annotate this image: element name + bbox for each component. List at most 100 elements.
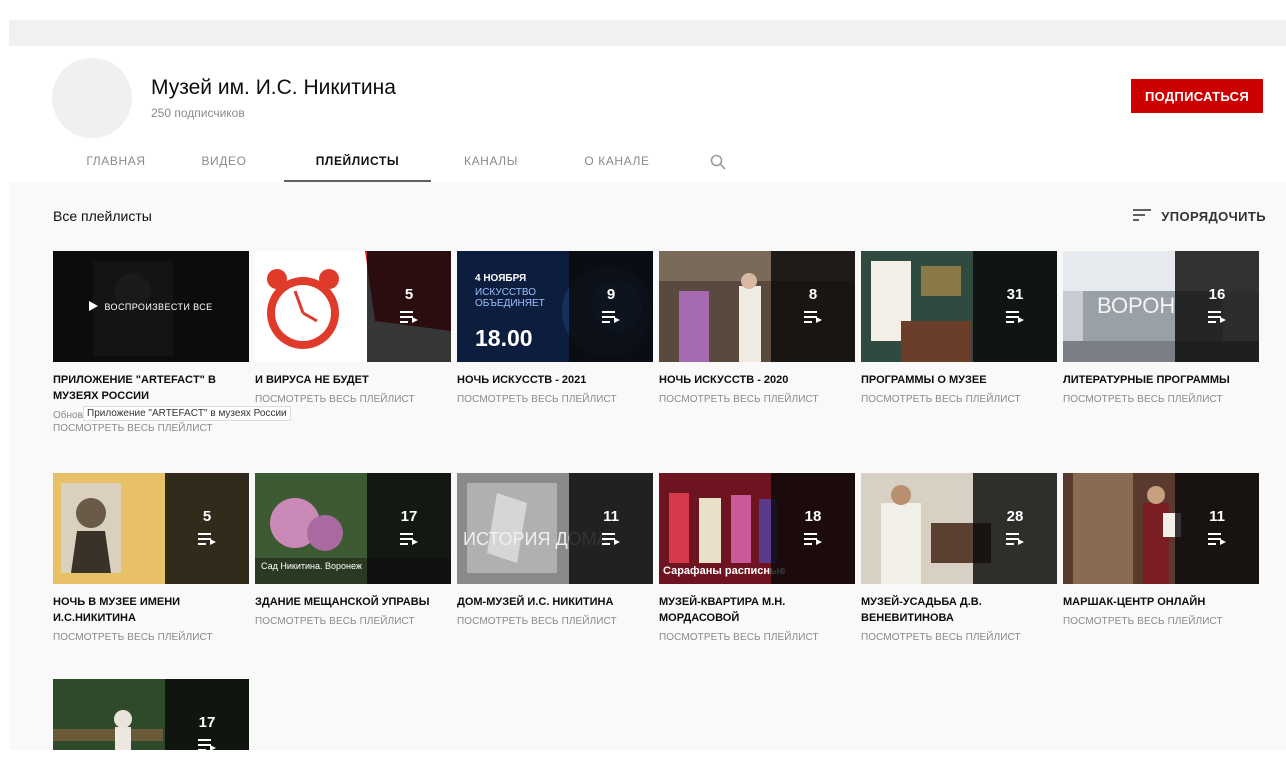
video-count: 11 xyxy=(1209,507,1225,525)
thumbnail-caption: Сарафаны расписные xyxy=(663,565,786,577)
playlist-title[interactable]: Ночь искусств - 2020 xyxy=(659,372,855,388)
play-all-button[interactable]: ВОСПРОИЗВЕСТИ ВСЕ xyxy=(53,251,249,362)
playlist-card[interactable]: Сад Никитина. Воронеж 17 Здание мещанско… xyxy=(255,473,451,627)
channel-name: Музей им. И.С. Никитина xyxy=(151,76,396,99)
playlist-icon xyxy=(1208,310,1226,328)
view-playlist-link[interactable]: ПОСМОТРЕТЬ ВЕСЬ ПЛЕЙЛИСТ xyxy=(1063,616,1259,627)
play-icon xyxy=(89,300,99,313)
playlist-card[interactable]: 11 Маршак-центр онлайн ПОСМОТРЕТЬ ВЕСЬ П… xyxy=(1063,473,1259,627)
playlist-thumbnail[interactable]: ИСТОРИЯ ДОМА 11 xyxy=(457,473,653,584)
playlist-icon xyxy=(1208,532,1226,550)
video-count: 5 xyxy=(404,285,414,303)
title-tooltip: Приложение "ARTEFACT" в музеях России xyxy=(83,406,291,421)
playlist-title[interactable]: Ночь в музее имени И.С.Никитина xyxy=(53,594,249,626)
thumbnail-caption: ВОРОН xyxy=(1097,293,1176,318)
playlist-title[interactable]: И вируса не будет xyxy=(255,372,451,388)
tab-about[interactable]: О КАНАЛЕ xyxy=(567,142,667,182)
playlist-thumbnail[interactable]: 4 НОЯБРЯ ИСКУССТВО ОБЪЕДИНЯЕТ 18.00 9 xyxy=(457,251,653,362)
playlist-card[interactable]: 28 Музей-усадьба Д.В. Веневитинова ПОСМО… xyxy=(861,473,1057,643)
playlist-title[interactable]: Ночь искусств - 2021 xyxy=(457,372,653,388)
playlist-title[interactable]: Здание мещанской управы xyxy=(255,594,451,610)
playlist-title[interactable]: Литературные программы xyxy=(1063,372,1259,388)
subscribe-button[interactable]: ПОДПИСАТЬСЯ xyxy=(1131,79,1263,113)
playlist-thumbnail[interactable]: 28 xyxy=(861,473,1057,584)
playlist-title[interactable]: Музей-квартира М.Н. Мордасовой xyxy=(659,594,855,626)
playlist-title[interactable]: Музей-усадьба Д.В. Веневитинова xyxy=(861,594,1057,626)
view-playlist-link[interactable]: ПОСМОТРЕТЬ ВЕСЬ ПЛЕЙЛИСТ xyxy=(1063,394,1259,405)
playlist-title[interactable]: Дом-музей И.С. Никитина xyxy=(457,594,653,610)
view-playlist-link[interactable]: ПОСМОТРЕТЬ ВЕСЬ ПЛЕЙЛИСТ xyxy=(255,394,451,405)
view-playlist-link[interactable]: ПОСМОТРЕТЬ ВЕСЬ ПЛЕЙЛИСТ xyxy=(255,616,451,627)
playlist-icon xyxy=(198,738,216,750)
view-playlist-link[interactable]: ПОСМОТРЕТЬ ВЕСЬ ПЛЕЙЛИСТ xyxy=(457,616,653,627)
view-playlist-link[interactable]: ПОСМОТРЕТЬ ВЕСЬ ПЛЕЙЛИСТ xyxy=(53,632,249,643)
playlist-thumbnail[interactable]: 5 xyxy=(255,251,451,362)
top-bar xyxy=(9,20,1286,46)
playlist-icon xyxy=(1006,532,1024,550)
sort-icon xyxy=(1133,208,1153,225)
view-playlist-link[interactable]: ПОСМОТРЕТЬ ВЕСЬ ПЛЕЙЛИСТ xyxy=(861,632,1057,643)
playlist-thumbnail[interactable]: Сад Никитина. Воронеж 17 xyxy=(255,473,451,584)
playlist-card[interactable]: 4 НОЯБРЯ ИСКУССТВО ОБЪЕДИНЯЕТ 18.00 9 Но… xyxy=(457,251,653,405)
video-count: 11 xyxy=(603,507,619,525)
thumbnail-date: 4 НОЯБРЯ xyxy=(475,273,527,284)
playlist-thumbnail[interactable]: 8 xyxy=(659,251,855,362)
playlist-count-overlay: 28 xyxy=(973,473,1057,584)
sort-button[interactable]: УПОРЯДОЧИТЬ xyxy=(1133,204,1266,228)
playlist-card[interactable]: 5 Ночь в музее имени И.С.Никитина ПОСМОТ… xyxy=(53,473,249,643)
play-all-label: ВОСПРОИЗВЕСТИ ВСЕ xyxy=(104,301,213,312)
tab-playlists[interactable]: ПЛЕЙЛИСТЫ xyxy=(284,142,431,182)
playlist-card[interactable]: 5 И вируса не будет ПОСМОТРЕТЬ ВЕСЬ ПЛЕЙ… xyxy=(255,251,451,405)
playlist-card[interactable]: 17 xyxy=(53,679,249,750)
search-icon[interactable] xyxy=(709,153,727,171)
video-count: 9 xyxy=(606,285,616,303)
playlist-thumbnail[interactable]: Сарафаны расписные 18 xyxy=(659,473,855,584)
playlist-icon xyxy=(1006,310,1024,328)
playlist-title[interactable]: Маршак-центр онлайн xyxy=(1063,594,1259,610)
playlist-count-overlay: 17 xyxy=(367,473,451,584)
page-frame: Музей им. И.С. Никитина 250 подписчиков … xyxy=(9,20,1286,750)
view-playlist-link[interactable]: ПОСМОТРЕТЬ ВЕСЬ ПЛЕЙЛИСТ xyxy=(53,423,249,434)
playlist-card[interactable]: 8 Ночь искусств - 2020 ПОСМОТРЕТЬ ВЕСЬ П… xyxy=(659,251,855,405)
view-playlist-link[interactable]: ПОСМОТРЕТЬ ВЕСЬ ПЛЕЙЛИСТ xyxy=(457,394,653,405)
playlist-thumbnail[interactable]: ВОСПРОИЗВЕСТИ ВСЕ xyxy=(53,251,249,362)
channel-tabs: ГЛАВНАЯ ВИДЕО ПЛЕЙЛИСТЫ КАНАЛЫ О КАНАЛЕ xyxy=(9,142,1286,182)
playlist-count-overlay: 17 xyxy=(165,679,249,750)
view-playlist-link[interactable]: ПОСМОТРЕТЬ ВЕСЬ ПЛЕЙЛИСТ xyxy=(861,394,1057,405)
video-count: 8 xyxy=(808,285,818,303)
video-count: 5 xyxy=(202,507,212,525)
playlist-thumbnail[interactable]: 31 xyxy=(861,251,1057,362)
tab-home[interactable]: ГЛАВНАЯ xyxy=(71,142,161,182)
playlist-thumbnail[interactable]: 11 xyxy=(1063,473,1259,584)
video-count: 17 xyxy=(400,507,418,525)
video-count: 31 xyxy=(1006,285,1024,303)
playlist-thumbnail[interactable]: 17 xyxy=(53,679,249,750)
updated-caption: Обновле Приложение "ARTEFACT" в музеях Р… xyxy=(53,406,291,421)
playlist-card[interactable]: Сарафаны расписные 18 Музей-квартира М.Н… xyxy=(659,473,855,643)
section-header: Все плейлисты УПОРЯДОЧИТЬ xyxy=(9,200,1286,230)
view-playlist-link[interactable]: ПОСМОТРЕТЬ ВЕСЬ ПЛЕЙЛИСТ xyxy=(659,394,855,405)
thumbnail-time: 18.00 xyxy=(475,325,533,351)
tab-videos[interactable]: ВИДЕО xyxy=(189,142,259,182)
playlist-card[interactable]: ИСТОРИЯ ДОМА 11 Дом-музей И.С. Никитина … xyxy=(457,473,653,627)
view-playlist-link[interactable]: ПОСМОТРЕТЬ ВЕСЬ ПЛЕЙЛИСТ xyxy=(659,632,855,643)
playlist-thumbnail[interactable]: 5 xyxy=(53,473,249,584)
playlist-count-overlay: 9 xyxy=(569,251,653,362)
playlist-card[interactable]: ВОСПРОИЗВЕСТИ ВСЕ Приложение "ARTEFACT" … xyxy=(53,251,291,434)
playlist-title[interactable]: Приложение "ARTEFACT" в музеях России xyxy=(53,372,249,404)
tab-channels[interactable]: КАНАЛЫ xyxy=(451,142,531,182)
playlist-count-overlay: 8 xyxy=(771,251,855,362)
playlist-card[interactable]: 31 Программы о музее ПОСМОТРЕТЬ ВЕСЬ ПЛЕ… xyxy=(861,251,1057,405)
playlist-thumbnail[interactable]: ВОРОН 16 xyxy=(1063,251,1259,362)
avatar[interactable] xyxy=(52,58,132,138)
playlist-icon xyxy=(400,532,418,550)
playlist-title[interactable]: Программы о музее xyxy=(861,372,1057,388)
video-count: 16 xyxy=(1208,285,1226,303)
section-title: Все плейлисты xyxy=(53,208,152,224)
playlist-count-overlay: 11 xyxy=(569,473,653,584)
video-count: 17 xyxy=(198,713,216,731)
playlist-icon xyxy=(198,532,216,550)
playlist-count-overlay: 18 xyxy=(771,473,855,584)
video-count: 28 xyxy=(1006,507,1024,525)
playlist-card[interactable]: ВОРОН 16 Литературные программы ПОСМОТРЕ… xyxy=(1063,251,1259,405)
